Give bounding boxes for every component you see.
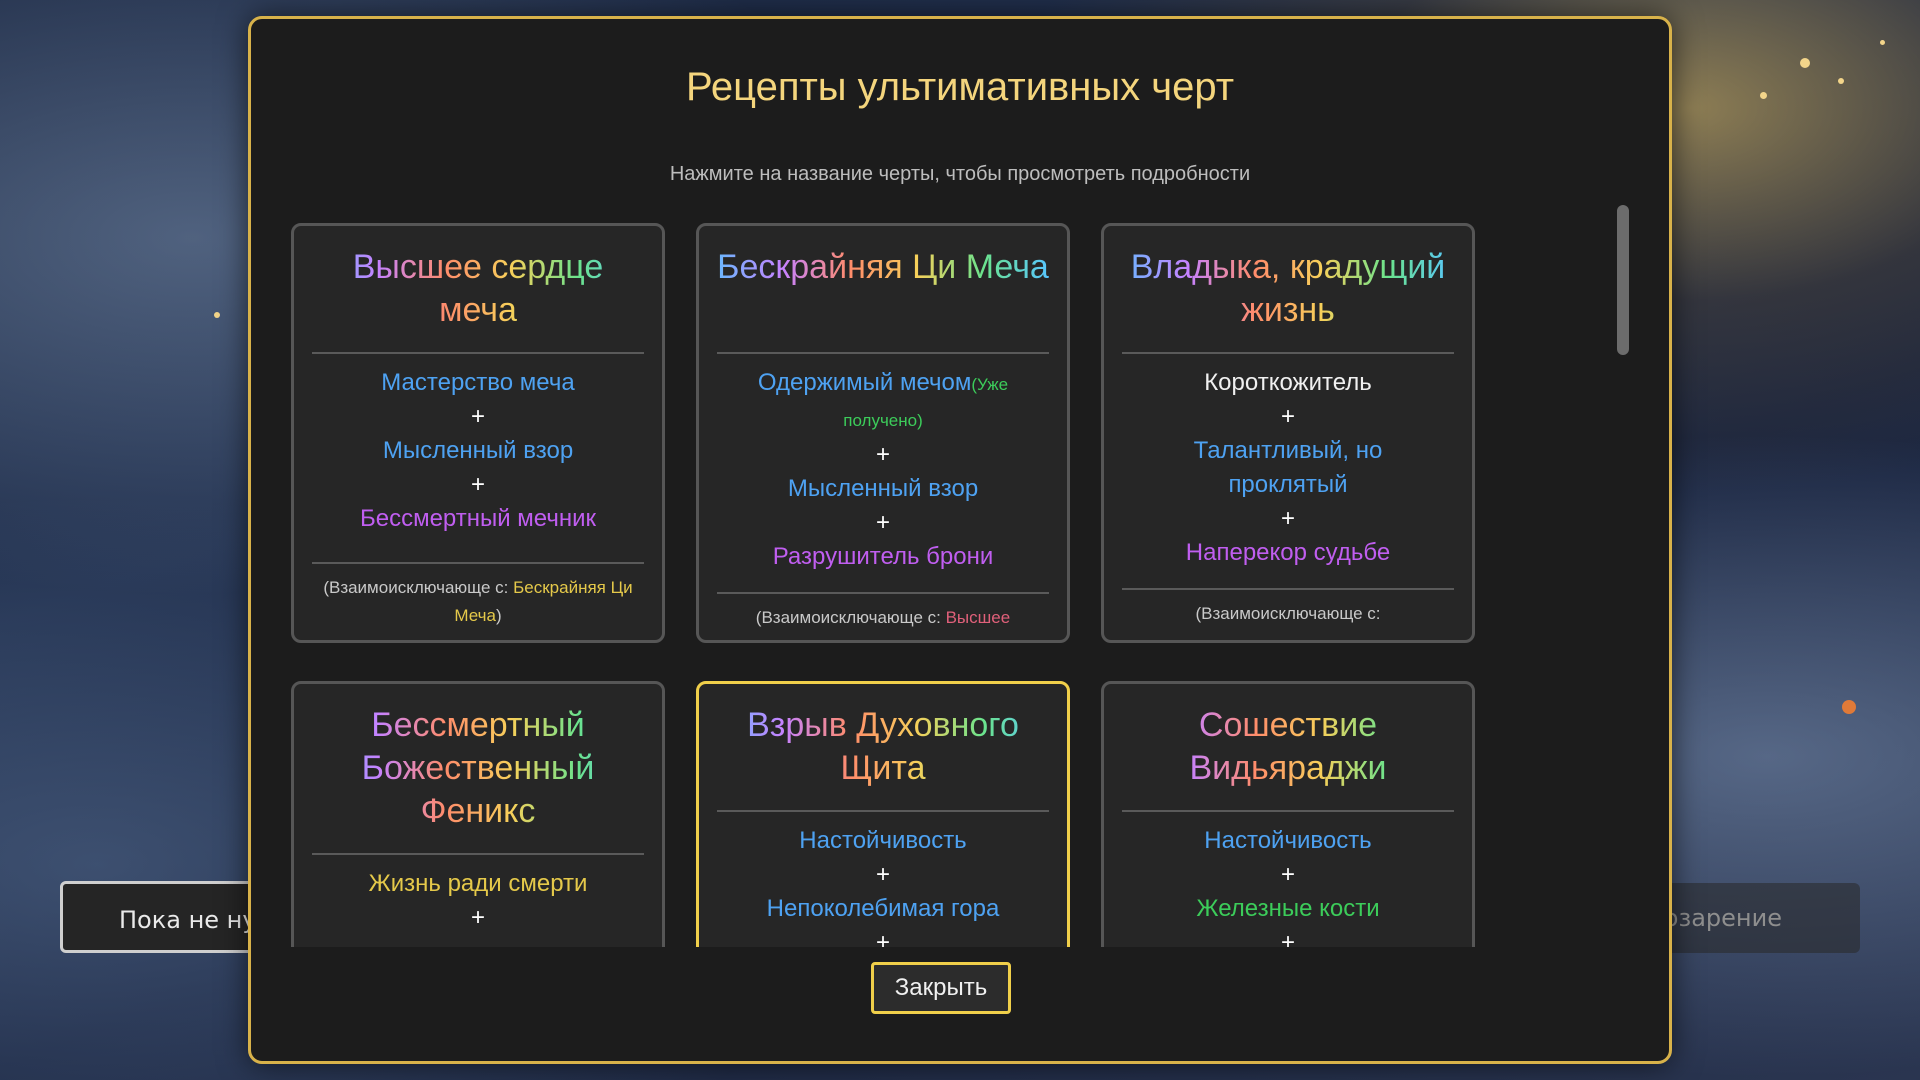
plus-sign: +: [1280, 861, 1295, 888]
ingredient-link[interactable]: Одержимый мечом: [758, 369, 972, 396]
mutual-exclusion-note: (Взаимоисключающе с:: [1104, 590, 1472, 628]
ingredient-item[interactable]: Короткожитель: [1104, 366, 1472, 400]
ingredient-link[interactable]: Наперекор судьбе: [1104, 536, 1472, 570]
ingredient-item: Одержимый мечом(Уже получено): [699, 366, 1067, 438]
plus-sign: +: [470, 471, 485, 498]
modal-subtitle: Нажмите на название черты, чтобы просмот…: [669, 163, 1251, 185]
ingredient-link[interactable]: Жизнь ради смерти: [294, 867, 662, 901]
scrollbar-thumb[interactable]: [1617, 205, 1629, 355]
trait-title[interactable]: Владыка, крадущий жизнь: [1122, 246, 1454, 332]
ingredient-list: Мастерство меча + Мысленный взор + Бессм…: [294, 354, 662, 536]
ingredient-list: Одержимый мечом(Уже получено) + Мысленны…: [699, 354, 1067, 574]
plus-sign: +: [1280, 505, 1295, 532]
ingredient-link[interactable]: Разрушитель брони: [699, 540, 1067, 574]
ingredient-link[interactable]: Настойчивость: [1104, 824, 1472, 858]
ingredient-link[interactable]: Железные кости: [1104, 892, 1472, 926]
trait-title[interactable]: Высшее сердце меча: [312, 246, 644, 332]
background-star: [1800, 58, 1810, 68]
plus-sign: +: [875, 929, 890, 947]
trait-title[interactable]: Бескрайняя Ци Меча: [717, 246, 1049, 332]
plus-sign: +: [470, 904, 485, 931]
exclusion-suffix: ): [495, 606, 502, 625]
recipe-card: Бессмертный Божественный Феникс Жизнь ра…: [291, 681, 665, 947]
ingredient-link[interactable]: Настойчивость: [699, 824, 1067, 858]
ingredient-link[interactable]: Мастерство меча: [294, 366, 662, 400]
exclusion-prefix: (Взаимоисключающе с:: [1195, 604, 1381, 623]
ingredient-list: Настойчивость + Непоколебимая гора +: [699, 812, 1067, 947]
plus-sign: +: [1280, 403, 1295, 430]
trait-title[interactable]: Взрыв Духовного Щита: [717, 704, 1049, 790]
recipe-card: Владыка, крадущий жизнь Короткожитель + …: [1101, 223, 1475, 643]
recipe-card: Высшее сердце меча Мастерство меча + Мыс…: [291, 223, 665, 643]
background-star: [1842, 700, 1856, 714]
plus-sign: +: [470, 403, 485, 430]
ultimate-traits-modal: Рецепты ультимативных черт Нажмите на на…: [248, 16, 1672, 1064]
background-star: [214, 312, 220, 318]
ingredient-list: Короткожитель + Талантливый, но прокляты…: [1104, 354, 1472, 570]
recipe-card: Сошествие Видьяраджи Настойчивость + Жел…: [1101, 681, 1475, 947]
ingredient-link[interactable]: Непоколебимая гора: [699, 892, 1067, 926]
exclusion-prefix: (Взаимоисключающе с:: [323, 578, 514, 597]
ingredient-link[interactable]: Бессмертный мечник: [294, 502, 662, 536]
recipe-list[interactable]: Высшее сердце меча Мастерство меча + Мыс…: [291, 203, 1631, 947]
recipe-card-selected: Взрыв Духовного Щита Настойчивость + Неп…: [696, 681, 1070, 947]
plus-sign: +: [875, 509, 890, 536]
recipe-card: Бескрайняя Ци Меча Одержимый мечом(Уже п…: [696, 223, 1070, 643]
plus-sign: +: [875, 861, 890, 888]
mutual-exclusion-note: (Взаимоисключающе с: Бескрайняя Ци Меча): [294, 564, 662, 630]
exclusion-prefix: (Взаимоисключающе с:: [755, 608, 946, 627]
background-star: [1838, 78, 1844, 84]
ingredient-link[interactable]: Мысленный взор: [699, 472, 1067, 506]
exclusive-trait-link[interactable]: Высшее: [946, 608, 1011, 627]
plus-sign: +: [1280, 929, 1295, 947]
ingredient-list: Жизнь ради смерти +: [294, 855, 662, 935]
ingredient-link[interactable]: Мысленный взор: [294, 434, 662, 468]
ingredient-list: Настойчивость + Железные кости +: [1104, 812, 1472, 947]
trait-title[interactable]: Бессмертный Божественный Феникс: [312, 704, 644, 833]
background-star: [1760, 92, 1767, 99]
mutual-exclusion-note: (Взаимоисключающе с: Высшее: [699, 594, 1067, 632]
modal-title: Рецепты ультимативных черт: [685, 65, 1235, 109]
close-button[interactable]: Закрыть: [871, 962, 1011, 1014]
trait-title[interactable]: Сошествие Видьяраджи: [1122, 704, 1454, 790]
ingredient-link[interactable]: Талантливый, но проклятый: [1104, 434, 1472, 502]
plus-sign: +: [875, 441, 890, 468]
background-star: [1880, 40, 1885, 45]
